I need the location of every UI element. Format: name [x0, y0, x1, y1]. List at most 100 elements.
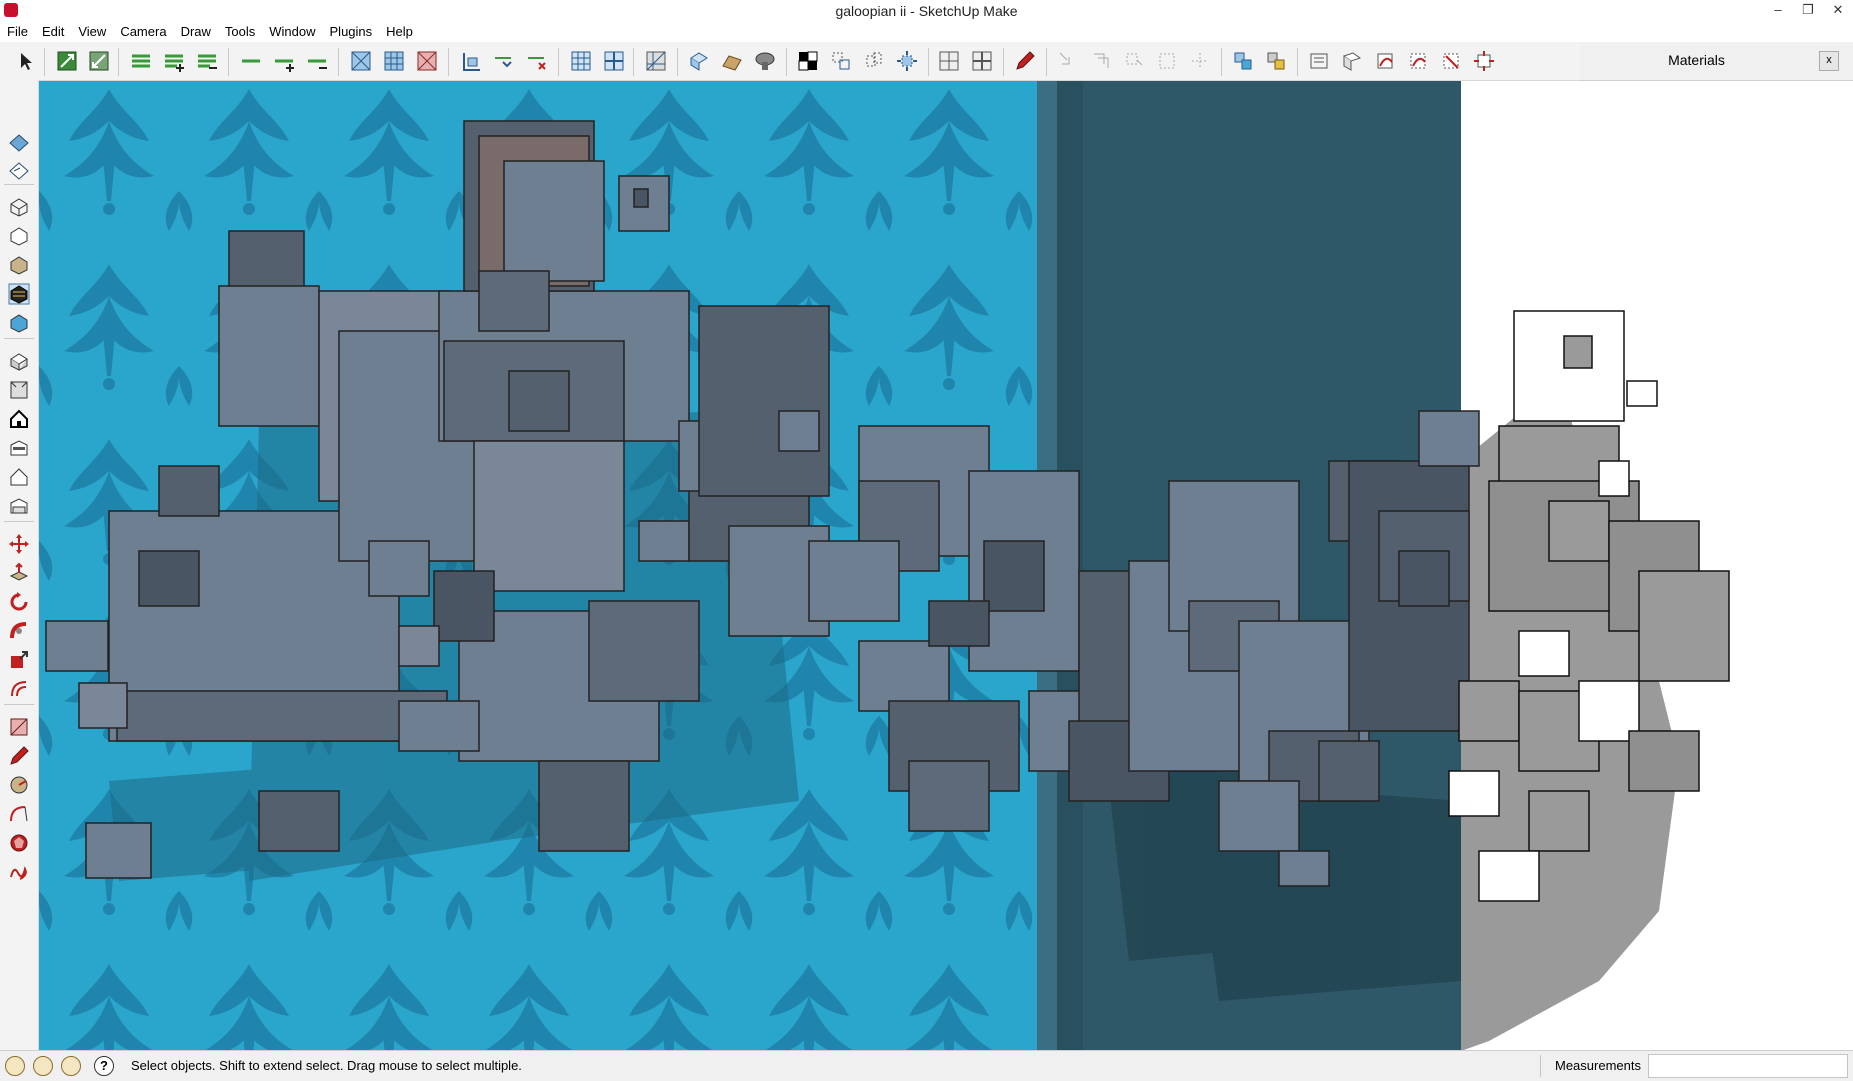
make-component-icon[interactable] [1265, 50, 1287, 72]
offset-icon[interactable] [8, 678, 30, 700]
wireframe-icon[interactable] [8, 196, 30, 218]
menu-window[interactable]: Window [262, 22, 322, 42]
select-edge-icon[interactable] [1090, 50, 1112, 72]
scale-icon[interactable] [8, 649, 30, 671]
menu-draw[interactable]: Draw [174, 22, 218, 42]
toolbar-separator [1003, 48, 1004, 76]
select-face-icon[interactable] [1123, 50, 1145, 72]
hidden-line-icon[interactable] [8, 225, 30, 247]
extrude-face-icon[interactable] [1341, 50, 1363, 72]
circle-icon[interactable] [8, 774, 30, 796]
menu-camera[interactable]: Camera [113, 22, 173, 42]
polygon-icon[interactable] [8, 832, 30, 854]
view-split-icon[interactable] [938, 50, 960, 72]
add-line-icon[interactable] [273, 50, 295, 72]
menu-tools[interactable]: Tools [218, 22, 262, 42]
section-plane-icon[interactable] [350, 50, 372, 72]
close-button[interactable]: ✕ [1823, 0, 1853, 22]
layers-icon[interactable] [130, 50, 152, 72]
section-cut-icon[interactable] [416, 50, 438, 72]
follow-me-icon[interactable] [8, 620, 30, 642]
intersect-icon[interactable] [645, 50, 667, 72]
select-vertex-icon[interactable] [1057, 50, 1079, 72]
move-icon[interactable] [8, 533, 30, 555]
dimension-icon[interactable] [460, 50, 482, 72]
extrude-bezier-icon[interactable] [1407, 50, 1429, 72]
pencil-icon[interactable] [1014, 50, 1036, 72]
menu-view[interactable]: View [71, 22, 113, 42]
toolbar-separator [1297, 48, 1298, 76]
extrude-explode-icon[interactable] [1473, 50, 1495, 72]
eraser-face-icon[interactable] [8, 160, 30, 182]
xray-icon[interactable] [797, 50, 819, 72]
select-arrow-icon[interactable] [14, 50, 36, 72]
menu-help[interactable]: Help [379, 22, 420, 42]
make-group-icon[interactable] [1232, 50, 1254, 72]
select-loop-icon[interactable] [1156, 50, 1178, 72]
measurements-input[interactable] [1648, 1054, 1848, 1078]
help-icon[interactable]: ? [94, 1056, 114, 1076]
move-down-icon[interactable] [493, 50, 515, 72]
rectangle-icon[interactable] [8, 716, 30, 738]
grid-snap-icon[interactable] [603, 50, 625, 72]
geo-location-icon[interactable] [5, 1056, 25, 1076]
extrude-loft-icon[interactable] [1440, 50, 1462, 72]
menu-file[interactable]: File [0, 22, 35, 42]
freehand-icon[interactable] [8, 861, 30, 883]
measurements-label: Measurements [1555, 1058, 1641, 1073]
right-view-icon[interactable] [8, 437, 30, 459]
line-icon[interactable] [240, 50, 262, 72]
back-view-icon[interactable] [8, 466, 30, 488]
toolbar-separator [928, 48, 929, 76]
rotate-icon[interactable] [8, 591, 30, 613]
select-ring-icon[interactable] [1189, 50, 1211, 72]
left-view-icon[interactable] [8, 495, 30, 517]
toolbar-separator [677, 48, 678, 76]
menu-plugins[interactable]: Plugins [323, 22, 380, 42]
status-bar: ? Select objects. Shift to extend select… [0, 1050, 1853, 1081]
zoom-extents-icon[interactable] [56, 50, 78, 72]
push-pull-icon[interactable] [8, 562, 30, 584]
remove-layer-icon[interactable] [196, 50, 218, 72]
materials-title: Materials [1668, 52, 1725, 68]
restore-button[interactable]: ❐ [1793, 0, 1823, 22]
menu-edit[interactable]: Edit [35, 22, 71, 42]
top-view-icon[interactable] [8, 379, 30, 401]
line-pencil-icon[interactable] [8, 745, 30, 767]
toolbar-separator [4, 521, 34, 522]
add-layer-icon[interactable] [163, 50, 185, 72]
group-icon[interactable] [863, 50, 885, 72]
arc-icon[interactable] [8, 803, 30, 825]
toolbar-separator [118, 48, 119, 76]
minimize-button[interactable]: – [1763, 0, 1793, 22]
sandbox-icon[interactable] [688, 50, 710, 72]
materials-close-button[interactable]: x [1819, 51, 1839, 71]
explode-icon[interactable] [896, 50, 918, 72]
monochrome-icon[interactable] [8, 312, 30, 334]
menu-bar: File Edit View Camera Draw Tools Window … [0, 22, 1853, 42]
extrude-rotate-icon[interactable] [1374, 50, 1396, 72]
toolbar-separator [44, 48, 45, 76]
iso-view-icon[interactable] [8, 350, 30, 372]
remove-line-icon[interactable] [306, 50, 328, 72]
paint-face-icon[interactable] [8, 132, 30, 154]
status-separator [1540, 1055, 1541, 1077]
toolbar-separator [4, 704, 34, 705]
shaded-icon[interactable] [8, 254, 30, 276]
section-display-icon[interactable] [383, 50, 405, 72]
extrude-edges-icon[interactable] [1308, 50, 1330, 72]
front-view-icon[interactable] [8, 408, 30, 430]
grid-icon[interactable] [570, 50, 592, 72]
delete-guide-icon[interactable] [526, 50, 548, 72]
status-hint: Select objects. Shift to extend select. … [131, 1058, 522, 1073]
user-icon[interactable] [61, 1056, 81, 1076]
terrain-icon[interactable] [721, 50, 743, 72]
component-icon[interactable] [830, 50, 852, 72]
model-viewport[interactable] [39, 81, 1853, 1051]
smoove-icon[interactable] [754, 50, 776, 72]
shaded-texture-icon[interactable] [8, 283, 30, 305]
view-quad-icon[interactable] [971, 50, 993, 72]
window-title: galoopian ii - SketchUp Make [835, 3, 1018, 19]
credits-icon[interactable] [33, 1056, 53, 1076]
zoom-window-icon[interactable] [88, 50, 110, 72]
